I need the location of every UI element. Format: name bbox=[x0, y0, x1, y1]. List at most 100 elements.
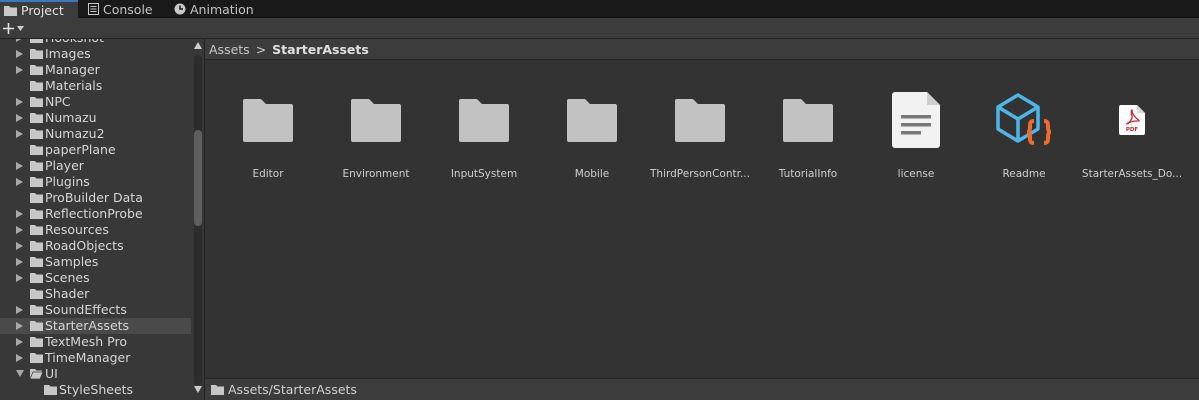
window-tab-bar: Project Console Animation bbox=[0, 0, 1199, 18]
folder-icon bbox=[211, 385, 224, 395]
tree-item-label: Plugins bbox=[45, 174, 90, 189]
tree-item[interactable]: StarterAssets bbox=[0, 318, 191, 334]
asset-name: Environment bbox=[342, 168, 410, 180]
asset-name: ThirdPersonContr... bbox=[650, 168, 750, 180]
chevron-right-icon[interactable] bbox=[16, 226, 23, 234]
chevron-right-icon[interactable] bbox=[16, 242, 23, 250]
chevron-right-icon[interactable] bbox=[16, 258, 23, 266]
asset-item[interactable]: Mobile bbox=[538, 88, 646, 188]
tree-item-label: NPC bbox=[45, 94, 71, 109]
asset-thumbnail bbox=[430, 88, 538, 152]
tree-item-label: Samples bbox=[45, 254, 99, 269]
chevron-right-icon[interactable] bbox=[16, 306, 23, 314]
tree-item[interactable]: RoadObjects bbox=[0, 238, 191, 254]
asset-name: StarterAssets_Do... bbox=[1081, 168, 1183, 180]
tree-item[interactable]: SoundEffects bbox=[0, 302, 191, 318]
folder-icon bbox=[30, 161, 43, 171]
tab-label: Console bbox=[103, 1, 153, 17]
tree-item[interactable]: Images bbox=[0, 46, 191, 62]
asset-thumbnail bbox=[862, 88, 970, 152]
tree-item[interactable]: StyleSheets bbox=[0, 382, 191, 398]
asset-thumbnail bbox=[322, 88, 430, 152]
folder-icon bbox=[30, 113, 43, 123]
tab-label: Animation bbox=[190, 1, 254, 17]
asset-item[interactable]: PDF StarterAssets_Do... bbox=[1078, 88, 1186, 188]
tree-item-label: TextMesh Pro bbox=[45, 334, 127, 349]
asset-thumbnail: PDF bbox=[1078, 88, 1186, 152]
tree-item[interactable]: Numazu bbox=[0, 110, 191, 126]
asset-item[interactable]: TutorialInfo bbox=[754, 88, 862, 188]
tree-item[interactable]: Resources bbox=[0, 222, 191, 238]
tree-item[interactable]: Player bbox=[0, 158, 191, 174]
scroll-up-icon[interactable] bbox=[194, 42, 202, 49]
folder-icon bbox=[30, 257, 43, 267]
create-button[interactable] bbox=[2, 19, 30, 37]
tree-item[interactable]: Shader bbox=[0, 286, 191, 302]
asset-thumbnail bbox=[214, 88, 322, 152]
folder-icon bbox=[30, 49, 43, 59]
tree-item[interactable]: Scenes bbox=[0, 270, 191, 286]
chevron-right-icon[interactable] bbox=[16, 322, 23, 330]
chevron-right-icon[interactable] bbox=[16, 114, 23, 122]
chevron-right-icon[interactable] bbox=[16, 354, 23, 362]
tree-item-label: paperPlane bbox=[45, 142, 116, 157]
chevron-right-icon[interactable] bbox=[16, 178, 23, 186]
folder-icon bbox=[30, 241, 43, 251]
tree-item[interactable]: Hookshot bbox=[0, 39, 191, 46]
asset-item[interactable]: Environment bbox=[322, 88, 430, 188]
tree-item[interactable]: ProBuilder Data bbox=[0, 190, 191, 206]
animation-icon bbox=[174, 3, 186, 15]
tree-item[interactable]: UI bbox=[0, 366, 191, 382]
folder-icon bbox=[30, 225, 43, 235]
tree-item[interactable]: Samples bbox=[0, 254, 191, 270]
asset-item[interactable]: license bbox=[862, 88, 970, 188]
tree-item[interactable]: Numazu2 bbox=[0, 126, 191, 142]
tree-item[interactable]: paperPlane bbox=[0, 142, 191, 158]
tree-item-label: StyleSheets bbox=[59, 382, 134, 397]
tab-animation[interactable]: Animation bbox=[170, 0, 260, 18]
tree-item[interactable]: Plugins bbox=[0, 174, 191, 190]
asset-thumbnail bbox=[970, 88, 1078, 152]
chevron-right-icon[interactable] bbox=[16, 274, 23, 282]
asset-thumbnail bbox=[754, 88, 862, 152]
tree-item[interactable]: Manager bbox=[0, 62, 191, 78]
breadcrumb-assets[interactable]: Assets bbox=[209, 42, 250, 57]
tree-item-label: Manager bbox=[45, 62, 100, 77]
chevron-right-icon[interactable] bbox=[16, 50, 23, 58]
tree-item[interactable]: ReflectionProbe bbox=[0, 206, 191, 222]
asset-item[interactable]: Editor bbox=[214, 88, 322, 188]
tab-project[interactable]: Project bbox=[0, 0, 78, 18]
asset-thumbnail bbox=[538, 88, 646, 152]
asset-item[interactable]: InputSystem bbox=[430, 88, 538, 188]
folder-icon bbox=[30, 209, 43, 219]
asset-name: Mobile bbox=[574, 168, 610, 180]
folder-icon bbox=[567, 99, 617, 142]
chevron-right-icon[interactable] bbox=[16, 39, 23, 42]
folder-icon bbox=[243, 99, 293, 142]
breadcrumb-separator: > bbox=[255, 41, 267, 57]
chevron-right-icon[interactable] bbox=[16, 162, 23, 170]
tree-scrollbar-thumb[interactable] bbox=[194, 130, 202, 226]
folder-icon bbox=[30, 337, 43, 347]
chevron-right-icon[interactable] bbox=[16, 130, 23, 138]
tree-item[interactable]: TextMesh Pro bbox=[0, 334, 191, 350]
scroll-down-icon[interactable] bbox=[194, 386, 202, 393]
breadcrumb-current[interactable]: StarterAssets bbox=[272, 42, 369, 57]
tree-item-label: Materials bbox=[45, 78, 103, 93]
tree-item[interactable]: TimeManager bbox=[0, 350, 191, 366]
chevron-right-icon[interactable] bbox=[16, 66, 23, 74]
chevron-right-icon[interactable] bbox=[16, 338, 23, 346]
tab-console[interactable]: Console bbox=[84, 0, 162, 18]
folder-icon bbox=[4, 5, 17, 16]
chevron-right-icon[interactable] bbox=[16, 98, 23, 106]
chevron-right-icon[interactable] bbox=[16, 210, 23, 218]
folder-icon bbox=[30, 305, 43, 315]
asset-item[interactable]: Readme bbox=[970, 88, 1078, 188]
asset-item[interactable]: ThirdPersonContr... bbox=[646, 88, 754, 188]
tree-item[interactable]: NPC bbox=[0, 94, 191, 110]
tree-item[interactable]: Materials bbox=[0, 78, 191, 94]
asset-name: TutorialInfo bbox=[778, 168, 838, 180]
chevron-down-icon[interactable] bbox=[16, 370, 24, 377]
tree-item-label: StarterAssets bbox=[45, 318, 130, 333]
tree-item-label: Numazu2 bbox=[45, 126, 105, 141]
